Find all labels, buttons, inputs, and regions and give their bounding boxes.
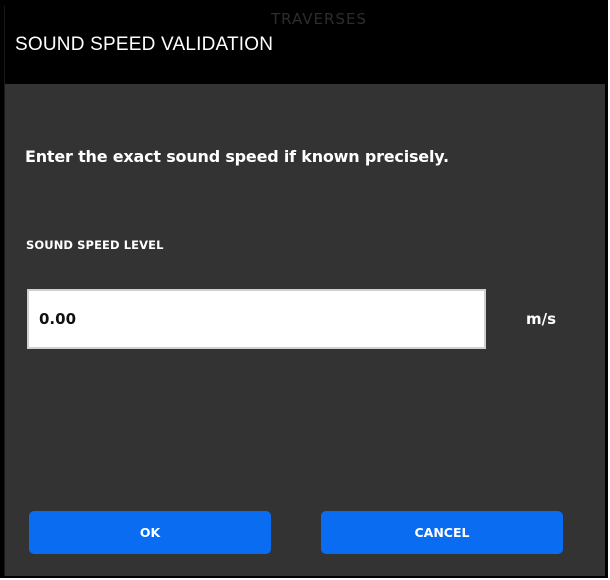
dialog-title: SOUND SPEED VALIDATION [15, 34, 274, 55]
sound-speed-input[interactable] [27, 289, 486, 349]
cancel-button-label: CANCEL [414, 525, 470, 540]
sound-speed-level-label: SOUND SPEED LEVEL [26, 238, 164, 252]
ok-button[interactable]: OK [29, 511, 271, 554]
dialog-titlebar: TRAVERSES SOUND SPEED VALIDATION [5, 6, 605, 84]
instruction-text: Enter the exact sound speed if known pre… [25, 147, 449, 166]
unit-label: m/s [526, 310, 557, 328]
ok-button-label: OK [139, 525, 161, 540]
sound-speed-dialog: TRAVERSES SOUND SPEED VALIDATION Enter t… [4, 6, 605, 576]
background-text: TRAVERSES [271, 10, 367, 28]
cancel-button[interactable]: CANCEL [321, 511, 563, 554]
screen-frame: TRAVERSES SOUND SPEED VALIDATION Enter t… [0, 0, 610, 580]
